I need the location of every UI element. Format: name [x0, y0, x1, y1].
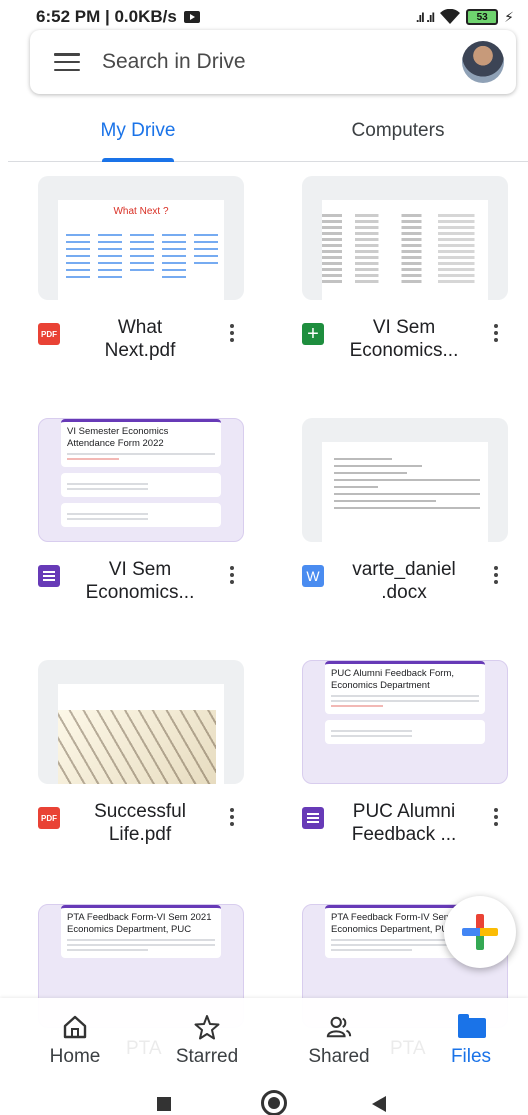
- system-navigation: [0, 1074, 528, 1115]
- bottom-navigation: PTA PTA Home Starred Shared Files: [0, 998, 528, 1074]
- file-card[interactable]: PUC Alumni Feedback Form, Economics Depa…: [302, 660, 508, 880]
- more-options-icon[interactable]: [484, 808, 508, 826]
- more-options-icon[interactable]: [484, 324, 508, 342]
- file-card[interactable]: PDF Successful Life.pdf: [38, 660, 244, 880]
- more-options-icon[interactable]: [484, 566, 508, 584]
- file-name: What Next.pdf: [104, 317, 176, 361]
- tab-computers[interactable]: Computers: [268, 108, 528, 161]
- file-card[interactable]: + VI Sem Economics...: [302, 176, 508, 396]
- thumbnail-title: PTA Feedback Form-VI Sem 2021 Economics …: [67, 912, 212, 935]
- file-thumbnail[interactable]: What Next ?: [38, 176, 244, 300]
- thumbnail-title: What Next ?: [113, 206, 169, 217]
- file-thumbnail[interactable]: [302, 418, 508, 542]
- avatar[interactable]: [462, 41, 504, 83]
- recents-icon[interactable]: [157, 1097, 171, 1111]
- file-thumbnail[interactable]: PUC Alumni Feedback Form, Economics Depa…: [302, 660, 508, 784]
- pdf-icon: PDF: [38, 323, 60, 345]
- wifi-icon: [440, 9, 461, 24]
- home-icon: [63, 1015, 87, 1039]
- more-options-icon[interactable]: [220, 808, 244, 826]
- back-icon[interactable]: [372, 1096, 386, 1112]
- menu-icon[interactable]: [54, 53, 80, 71]
- new-file-button[interactable]: [444, 896, 516, 968]
- search-bar[interactable]: Search in Drive: [30, 30, 516, 94]
- more-options-icon[interactable]: [220, 566, 244, 584]
- file-card[interactable]: VI Semester Economics Attendance Form 20…: [38, 418, 244, 638]
- thumbnail-title: VI Semester Economics Attendance Form 20…: [67, 426, 169, 449]
- thumbnail-illustration: [58, 710, 216, 784]
- search-input[interactable]: Search in Drive: [102, 50, 462, 74]
- people-icon: [326, 1016, 352, 1038]
- tab-my-drive[interactable]: My Drive: [8, 108, 268, 162]
- thumbnail-title: PUC Alumni Feedback Form, Economics Depa…: [331, 668, 455, 691]
- word-icon: W: [302, 565, 324, 587]
- status-time: 6:52 PM | 0.0KB/s: [36, 7, 177, 26]
- file-name: Successful Life.pdf: [94, 801, 186, 845]
- drive-tabs: My Drive Computers: [8, 108, 528, 162]
- pdf-icon: PDF: [38, 807, 60, 829]
- star-icon: [194, 1015, 220, 1040]
- file-thumbnail[interactable]: [302, 176, 508, 300]
- file-thumbnail[interactable]: [38, 660, 244, 784]
- file-name: VI Sem Economics...: [85, 559, 195, 603]
- status-bar: 6:52 PM | 0.0KB/s .ıl .ıl 53 ⚡: [0, 0, 528, 34]
- home-button-icon[interactable]: [261, 1090, 287, 1115]
- file-name: varte_daniel .docx: [352, 559, 456, 603]
- nav-shared[interactable]: Shared: [284, 998, 394, 1074]
- folder-icon: [458, 1014, 486, 1040]
- file-name: PUC Alumni Feedback ...: [351, 801, 457, 845]
- sheets-icon: +: [302, 323, 324, 345]
- youtube-notification-icon: [183, 11, 200, 23]
- file-card[interactable]: W varte_daniel .docx: [302, 418, 508, 638]
- nav-home[interactable]: Home: [20, 998, 130, 1074]
- signal-icon: .ıl .ıl: [415, 9, 435, 25]
- more-options-icon[interactable]: [220, 324, 244, 342]
- nav-starred[interactable]: Starred: [152, 998, 262, 1074]
- charging-icon: ⚡: [504, 8, 514, 25]
- file-name: VI Sem Economics...: [349, 317, 459, 361]
- forms-icon: [302, 807, 324, 829]
- file-thumbnail[interactable]: VI Semester Economics Attendance Form 20…: [38, 418, 244, 542]
- forms-icon: [38, 565, 60, 587]
- file-card[interactable]: What Next ? PDF What Next.pdf: [38, 176, 244, 396]
- nav-files[interactable]: Files: [416, 998, 526, 1074]
- battery-icon: 53: [466, 9, 499, 25]
